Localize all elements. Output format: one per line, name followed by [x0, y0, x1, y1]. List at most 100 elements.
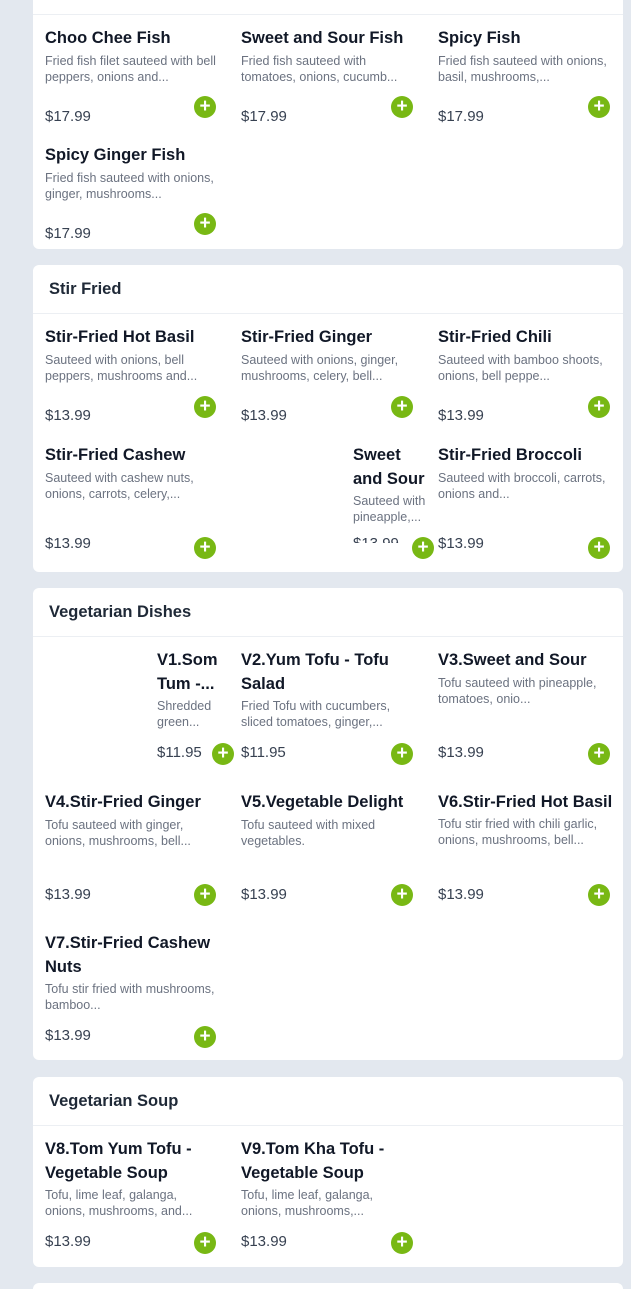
menu-item-v6-stir-fried-hot-basil[interactable]: V6.Stir-Fried Hot Basil Tofu stir fried … [438, 790, 613, 903]
menu-item-v8-tom-yum-tofu[interactable]: V8.Tom Yum Tofu - Vegetable Soup Tofu, l… [45, 1137, 217, 1250]
item-description: Sauteed with onions, ginger, mushrooms, … [241, 353, 399, 383]
menu-item-stir-fried-hot-basil[interactable]: Stir-Fried Hot Basil Sauteed with onions… [45, 325, 217, 424]
item-name: Sweet and Sour [353, 446, 425, 488]
add-to-cart-button[interactable]: + [194, 213, 216, 235]
add-to-cart-button[interactable]: + [391, 96, 413, 118]
item-name: V3.Sweet and Sour [438, 651, 587, 669]
item-price: $13.99 [241, 1233, 287, 1250]
menu-item-stir-fried-ginger[interactable]: Stir-Fried Ginger Sauteed with onions, g… [241, 325, 413, 424]
menu-item-v7-stir-fried-cashew-nuts[interactable]: V7.Stir-Fried Cashew Nuts Tofu stir frie… [45, 931, 225, 1044]
item-price: $17.99 [45, 108, 91, 125]
item-description: Shredded green... [157, 699, 212, 729]
add-to-cart-button[interactable]: + [391, 1232, 413, 1254]
item-name: Stir-Fried Chili [438, 328, 552, 346]
item-name: V4.Stir-Fried Ginger [45, 793, 201, 811]
item-name: Stir-Fried Cashew [45, 446, 186, 464]
item-price: $13.99 [438, 535, 484, 552]
item-description: Fried fish sauteed with onions, ginger, … [45, 171, 214, 201]
item-description: Tofu stir fried with chili garlic, onion… [438, 817, 598, 847]
menu-item-v1-som-tum[interactable]: V1.Som Tum -... Shredded green... $11.95 [157, 648, 219, 758]
item-description: Tofu stir fried with mushrooms, bamboo..… [45, 982, 215, 1012]
add-to-cart-button[interactable]: + [194, 396, 216, 418]
item-description: Sauteed with bamboo shoots, onions, bell… [438, 353, 603, 383]
item-price: $11.95 [157, 744, 202, 758]
menu-item-v4-stir-fried-ginger[interactable]: V4.Stir-Fried Ginger Tofu sauteed with g… [45, 790, 217, 903]
item-price: $13.99 [45, 407, 91, 424]
menu-item-v3-sweet-and-sour[interactable]: V3.Sweet and Sour Tofu sauteed with pine… [438, 648, 610, 761]
add-to-cart-button[interactable]: + [194, 884, 216, 906]
item-price: $13.99 [438, 886, 484, 903]
item-price: $13.99 [45, 1027, 91, 1044]
item-name: V1.Som Tum -... [157, 651, 218, 693]
menu-item-v2-yum-tofu[interactable]: V2.Yum Tofu - Tofu Salad Fried Tofu with… [241, 648, 413, 761]
item-description: Tofu sauteed with pineapple, tomatoes, o… [438, 676, 597, 706]
add-to-cart-button[interactable]: + [588, 743, 610, 765]
item-description: Tofu sauteed with mixed vegetables. [241, 818, 376, 848]
item-name: Spicy Fish [438, 29, 521, 47]
menu-item-sweet-and-sour-fish[interactable]: Sweet and Sour Fish Fried fish sauteed w… [241, 26, 413, 125]
item-price: $13.99 [45, 1233, 91, 1250]
add-to-cart-button[interactable]: + [588, 884, 610, 906]
section-title: Vegetarian Soup [33, 1077, 623, 1126]
item-description: Tofu, lime leaf, galanga, onions, mushro… [45, 1188, 193, 1218]
item-description: Tofu sauteed with ginger, onions, mushro… [45, 818, 191, 848]
item-description: Fried Tofu with cucumbers, sliced tomato… [241, 699, 391, 729]
item-name: Choo Chee Fish [45, 29, 171, 47]
item-name: V6.Stir-Fried Hot Basil [438, 793, 613, 811]
vegetarian-dishes-section: Vegetarian Dishes V1.Som Tum -... Shredd… [33, 588, 623, 1060]
next-section [33, 1283, 623, 1289]
item-name: Sweet and Sour Fish [241, 29, 404, 47]
item-price: $13.99 [45, 535, 91, 552]
item-price: $13.99 [241, 407, 287, 424]
item-name: Stir-Fried Ginger [241, 328, 373, 346]
item-name: V8.Tom Yum Tofu - Vegetable Soup [45, 1140, 192, 1182]
menu-item-stir-fried-chili[interactable]: Stir-Fried Chili Sauteed with bamboo sho… [438, 325, 610, 424]
item-name: V5.Vegetable Delight [241, 793, 404, 811]
add-to-cart-button[interactable]: + [588, 537, 610, 559]
item-description: Sauteed with onions, bell peppers, mushr… [45, 353, 198, 383]
menu-item-stir-fried-broccoli[interactable]: Stir-Fried Broccoli Sauteed with broccol… [438, 443, 610, 552]
item-price: $13.99 [241, 886, 287, 903]
item-price: $17.99 [241, 108, 287, 125]
add-to-cart-button[interactable]: + [212, 743, 234, 765]
stir-fried-section: Stir Fried Stir-Fried Hot Basil Sauteed … [33, 265, 623, 572]
add-to-cart-button[interactable]: + [391, 743, 413, 765]
add-to-cart-button[interactable]: + [588, 396, 610, 418]
item-description: Fried fish sauteed with onions, basil, m… [438, 54, 607, 84]
add-to-cart-button[interactable]: + [194, 1026, 216, 1048]
add-to-cart-button[interactable]: + [194, 537, 216, 559]
item-name: V2.Yum Tofu - Tofu Salad [241, 651, 389, 693]
item-price: $11.95 [241, 744, 286, 761]
item-description: Sauteed with broccoli, carrots, onions a… [438, 471, 606, 501]
item-name: V9.Tom Kha Tofu - Vegetable Soup [241, 1140, 385, 1182]
menu-item-v9-tom-kha-tofu[interactable]: V9.Tom Kha Tofu - Vegetable Soup Tofu, l… [241, 1137, 413, 1250]
menu-item-v5-vegetable-delight[interactable]: V5.Vegetable Delight Tofu sauteed with m… [241, 790, 413, 903]
menu-item-choo-chee-fish[interactable]: Choo Chee Fish Fried fish filet sauteed … [45, 26, 217, 125]
item-name: V7.Stir-Fried Cashew Nuts [45, 934, 211, 976]
add-to-cart-button[interactable]: + [194, 1232, 216, 1254]
add-to-cart-button[interactable]: + [194, 96, 216, 118]
item-description: Fried fish sauteed with tomatoes, onions… [241, 54, 398, 84]
item-description: Sauteed with pineapple,... [353, 494, 426, 524]
item-price: $17.99 [45, 225, 91, 242]
add-to-cart-button[interactable]: + [391, 396, 413, 418]
add-to-cart-button[interactable]: + [588, 96, 610, 118]
item-price: $13.99 [353, 535, 399, 543]
item-name: Stir-Fried Hot Basil [45, 328, 195, 346]
item-name: Spicy Ginger Fish [45, 146, 186, 164]
menu-item-sweet-and-sour[interactable]: Sweet and Sour Sauteed with pineapple,..… [353, 443, 429, 543]
item-price: $13.99 [438, 407, 484, 424]
section-title: Stir Fried [33, 265, 623, 314]
item-price: $17.99 [438, 108, 484, 125]
vegetarian-soup-section: Vegetarian Soup V8.Tom Yum Tofu - Vegeta… [33, 1077, 623, 1267]
previous-section-header [33, 0, 623, 15]
menu-item-spicy-ginger-fish[interactable]: Spicy Ginger Fish Fried fish sauteed wit… [45, 143, 217, 242]
menu-item-stir-fried-cashew[interactable]: Stir-Fried Cashew Sauteed with cashew nu… [45, 443, 217, 552]
item-description: Sauteed with cashew nuts, onions, carrot… [45, 471, 194, 501]
section-title: Vegetarian Dishes [33, 588, 623, 637]
add-to-cart-button[interactable]: + [391, 884, 413, 906]
item-description: Fried fish filet sauteed with bell peppe… [45, 54, 216, 84]
menu-item-spicy-fish[interactable]: Spicy Fish Fried fish sauteed with onion… [438, 26, 610, 125]
item-price: $13.99 [438, 744, 484, 761]
add-to-cart-button[interactable]: + [412, 537, 434, 559]
